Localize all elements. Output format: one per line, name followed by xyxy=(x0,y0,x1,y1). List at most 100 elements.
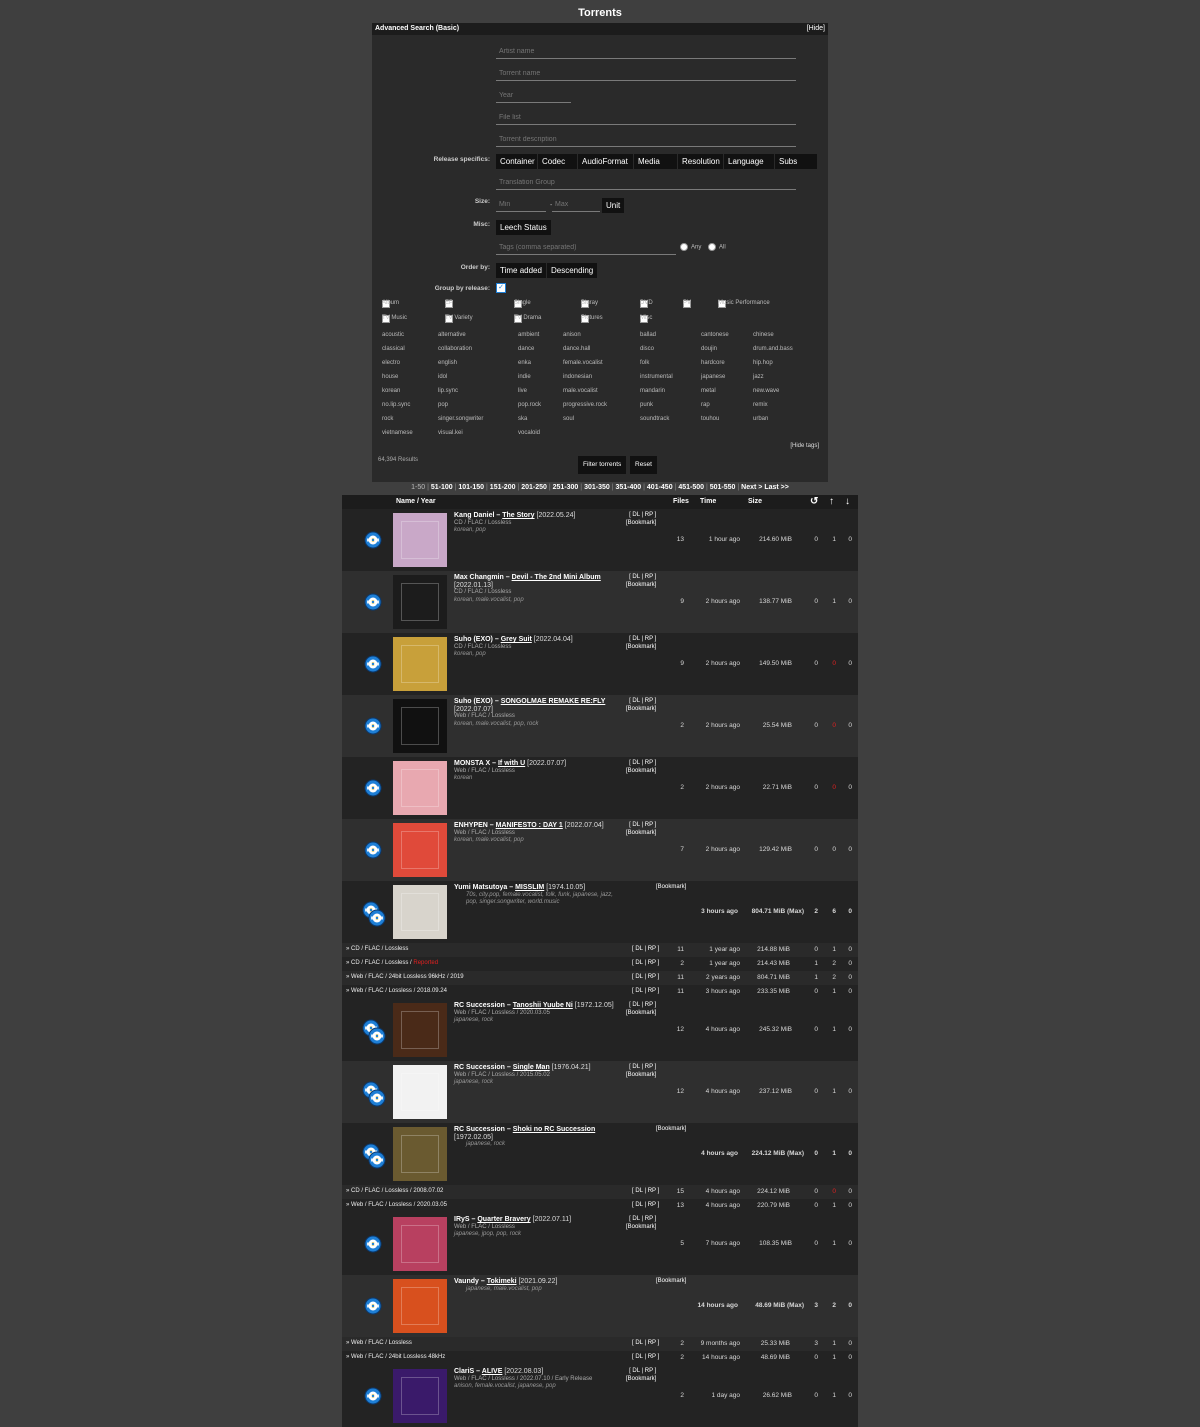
hide-tags-link[interactable]: [Hide tags] xyxy=(790,443,819,449)
edition-row[interactable]: » Web / FLAC / 24bit Lossless 48kHz [ DL … xyxy=(342,1351,858,1365)
album-cover[interactable] xyxy=(393,1279,447,1333)
col-name[interactable]: Name / Year xyxy=(396,498,436,505)
tag-link[interactable]: drum.and.bass xyxy=(753,346,793,352)
tag-link[interactable]: remix xyxy=(753,402,768,408)
report-link[interactable]: RP xyxy=(648,1340,656,1346)
tag-link[interactable]: mandarin xyxy=(640,388,665,394)
edition-label[interactable]: » Web / FLAC / 24bit Lossless 48kHz xyxy=(346,1354,445,1360)
download-link[interactable]: DL xyxy=(635,960,642,966)
tag-link[interactable]: ballad xyxy=(640,332,656,338)
tag-link[interactable]: cantonese xyxy=(701,332,729,338)
torrent-row[interactable]: IRyS – Quarter Bravery [2022.07.11] Web /… xyxy=(342,1213,858,1275)
tag-link[interactable]: touhou xyxy=(701,416,719,422)
artist-link[interactable]: Suho (EXO) xyxy=(454,636,493,643)
report-link[interactable]: RP xyxy=(648,1354,656,1360)
tag-link[interactable]: chinese xyxy=(753,332,774,338)
album-cover[interactable] xyxy=(393,1217,447,1271)
bookmark-link[interactable]: [Bookmark] xyxy=(626,582,656,590)
tag-link[interactable]: indie xyxy=(518,374,531,380)
order-direction-select[interactable]: Descending xyxy=(547,263,598,278)
download-link[interactable]: DL xyxy=(635,946,642,952)
album-cover[interactable] xyxy=(393,1003,447,1057)
bookmark-link[interactable]: [Bookmark] xyxy=(626,1376,656,1384)
artist-name-input[interactable] xyxy=(496,45,796,59)
torrent-row[interactable]: RC Succession – Tanoshii Yuube Ni [1972.… xyxy=(342,999,858,1061)
year-input[interactable] xyxy=(496,89,571,103)
tag-link[interactable]: rap xyxy=(701,402,710,408)
torrent-name-input[interactable] xyxy=(496,67,796,81)
tag-link[interactable]: acoustic xyxy=(382,332,404,338)
tag-link[interactable]: metal xyxy=(701,388,716,394)
album-cover[interactable] xyxy=(393,1127,447,1181)
artist-link[interactable]: ClariS xyxy=(454,1368,474,1375)
torrent-row[interactable]: MONSTA X – If with U [2022.07.07] Web / F… xyxy=(342,757,858,819)
tag-link[interactable]: japanese xyxy=(701,374,725,380)
pager-link[interactable]: 351-400 xyxy=(615,484,641,491)
specifics-select[interactable]: Media xyxy=(634,154,677,169)
pager-link[interactable]: 51-100 xyxy=(431,484,453,491)
edition-row[interactable]: » CD / FLAC / Lossless [ DL | RP ] 11 1 yea… xyxy=(342,943,858,957)
group-by-release-checkbox[interactable]: ✓ xyxy=(496,283,506,293)
edition-label[interactable]: » CD / FLAC / Lossless / Reported xyxy=(346,960,438,966)
tag-link[interactable]: punk xyxy=(640,402,653,408)
tag-link[interactable]: disco xyxy=(640,346,654,352)
specifics-select[interactable]: Codec xyxy=(538,154,577,169)
edition-label[interactable]: » Web / FLAC / Lossless / 2018.09.24 xyxy=(346,988,447,994)
torrent-row[interactable]: RC Succession – Single Man [1976.04.21] W… xyxy=(342,1061,858,1123)
artist-link[interactable]: RC Succession xyxy=(454,1126,505,1133)
col-size[interactable]: Size xyxy=(748,498,762,505)
edition-label[interactable]: » CD / FLAC / Lossless / 2008.07.02 xyxy=(346,1188,443,1194)
report-link[interactable]: RP xyxy=(645,1002,653,1008)
tag-link[interactable]: instrumental xyxy=(640,374,673,380)
report-link[interactable]: RP xyxy=(648,1188,656,1194)
download-link[interactable]: DL xyxy=(635,988,642,994)
bookmark-link[interactable]: [Bookmark] xyxy=(626,706,656,714)
tag-link[interactable]: live xyxy=(518,388,527,394)
pager-link[interactable]: 201-250 xyxy=(521,484,547,491)
report-link[interactable]: RP xyxy=(645,822,653,828)
album-link[interactable]: Tokimeki xyxy=(487,1278,517,1285)
download-link[interactable]: DL xyxy=(635,1202,642,1208)
tag-link[interactable]: enka xyxy=(518,360,531,366)
download-link[interactable]: DL xyxy=(635,1354,642,1360)
reset-button[interactable]: Reset xyxy=(630,456,657,474)
tag-link[interactable]: jazz xyxy=(753,374,764,380)
album-link[interactable]: MANIFESTO : DAY 1 xyxy=(496,822,563,829)
pager-link[interactable]: 101-150 xyxy=(458,484,484,491)
group-row[interactable]: Vaundy – Tokimeki [2021.09.22] japanese, … xyxy=(342,1275,858,1337)
torrent-row[interactable]: Max Changmin – Devil - The 2nd Mini Albu… xyxy=(342,571,858,633)
pager-link[interactable]: 401-450 xyxy=(647,484,673,491)
file-list-input[interactable] xyxy=(496,111,796,125)
basic-search-link[interactable]: Basic xyxy=(438,25,457,32)
edition-row[interactable]: » CD / FLAC / Lossless / Reported [ DL | … xyxy=(342,957,858,971)
report-link[interactable]: RP xyxy=(645,1064,653,1070)
tag-link[interactable]: soundtrack xyxy=(640,416,669,422)
album-cover[interactable] xyxy=(393,575,447,629)
report-link[interactable]: RP xyxy=(645,574,653,580)
tag-link[interactable]: soul xyxy=(563,416,574,422)
album-cover[interactable] xyxy=(393,823,447,877)
tag-link[interactable]: korean xyxy=(382,388,400,394)
edition-row[interactable]: » Web / FLAC / Lossless / 2020.03.05 [ DL… xyxy=(342,1199,858,1213)
tag-link[interactable]: singer.songwriter xyxy=(438,416,483,422)
artist-link[interactable]: Max Changmin xyxy=(454,574,504,581)
bookmark-link[interactable]: [Bookmark] xyxy=(656,1278,686,1286)
report-link[interactable]: RP xyxy=(648,960,656,966)
group-row[interactable]: RC Succession – Shoki no RC Succession [… xyxy=(342,1123,858,1185)
edition-row[interactable]: » CD / FLAC / Lossless / 2008.07.02 [ DL … xyxy=(342,1185,858,1199)
report-link[interactable]: RP xyxy=(648,988,656,994)
pager-next[interactable]: Next > xyxy=(741,484,762,491)
pager-link[interactable]: 251-300 xyxy=(553,484,579,491)
torrent-row[interactable]: Suho (EXO) – Grey Suit [2022.04.04] CD / … xyxy=(342,633,858,695)
artist-link[interactable]: Yumi Matsutoya xyxy=(454,884,507,891)
filter-torrents-button[interactable]: Filter torrents xyxy=(578,456,627,474)
col-files[interactable]: Files xyxy=(673,498,689,505)
tag-link[interactable]: urban xyxy=(753,416,768,422)
edition-label[interactable]: » Web / FLAC / 24bit Lossless 96kHz / 20… xyxy=(346,974,464,980)
tag-link[interactable]: indonesian xyxy=(563,374,592,380)
specifics-select[interactable]: Container xyxy=(496,154,537,169)
tag-link[interactable]: progressive.rock xyxy=(563,402,607,408)
tag-link[interactable]: male.vocalist xyxy=(563,388,598,394)
report-link[interactable]: RP xyxy=(645,512,653,518)
report-link[interactable]: RP xyxy=(645,1216,653,1222)
